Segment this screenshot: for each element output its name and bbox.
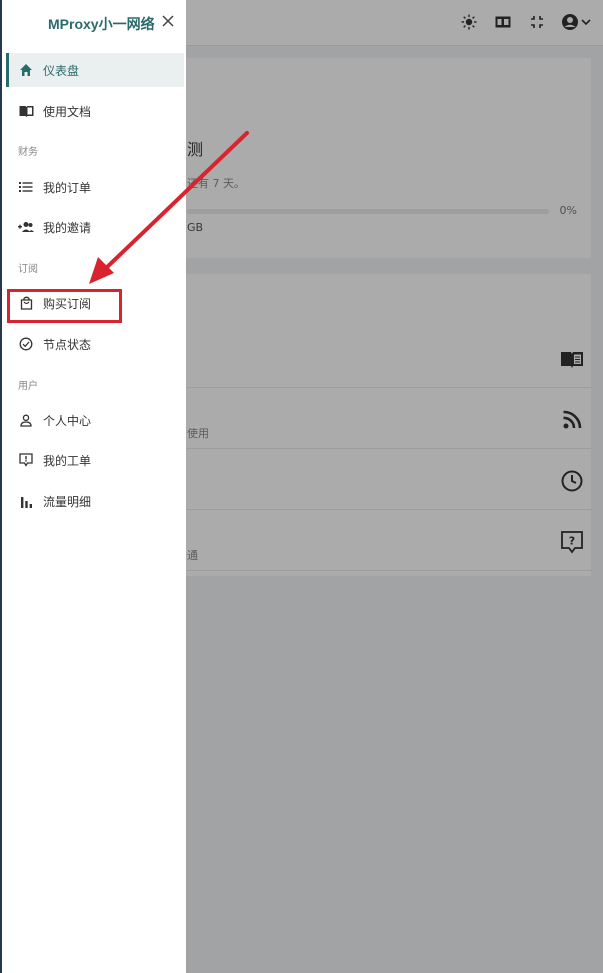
sidebar-item-label: 仪表盘 [43,63,80,78]
user-icon [18,412,34,428]
home-icon [18,62,34,78]
highlight-box [7,289,122,323]
section-label-subscription: 订阅 [18,264,38,275]
sidebar-item-label: 流量明细 [43,494,92,509]
sidebar-item-node-status[interactable]: 节点状态 [6,327,184,361]
sidebar-header: MProxy小一网络 [2,0,186,44]
sidebar-drawer: MProxy小一网络 仪表盘 使用文档 财务 我的订单 我的邀请 订阅 购买订阅… [0,0,186,973]
sidebar-item-profile[interactable]: 个人中心 [6,403,184,437]
sidebar-item-label: 个人中心 [43,413,92,428]
section-label-user: 用户 [18,381,38,392]
sidebar-item-tickets[interactable]: 我的工单 [6,443,184,477]
sidebar-item-docs[interactable]: 使用文档 [6,94,184,128]
sidebar-item-label: 节点状态 [43,337,92,352]
close-icon[interactable] [160,13,176,29]
check-circle-icon [18,336,34,352]
sidebar-item-label: 我的工单 [43,453,92,468]
sidebar-item-label: 我的邀请 [43,220,92,235]
bar-chart-icon [18,493,34,509]
section-label-finance: 财务 [18,147,38,158]
invite-icon [18,219,34,235]
ticket-icon [18,452,34,468]
sidebar-item-label: 我的订单 [43,180,92,195]
list-icon [18,179,34,195]
sidebar-item-traffic[interactable]: 流量明细 [6,484,184,518]
sidebar-item-label: 使用文档 [43,104,92,119]
sidebar-item-dashboard[interactable]: 仪表盘 [6,53,184,87]
book-icon [18,103,34,119]
sidebar-item-orders[interactable]: 我的订单 [6,170,184,204]
brand-title: MProxy小一网络 [48,16,155,32]
sidebar-item-invites[interactable]: 我的邀请 [6,210,184,244]
